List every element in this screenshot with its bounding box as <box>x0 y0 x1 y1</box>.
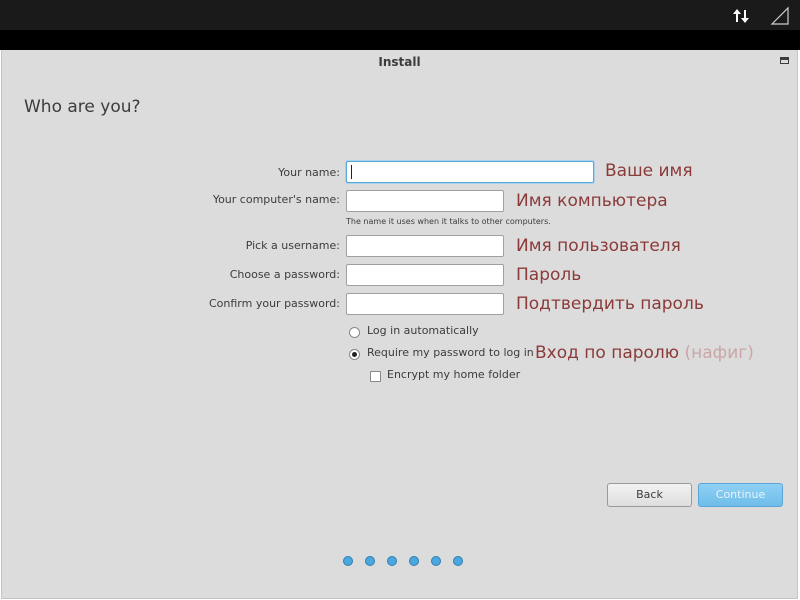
name-label: Your name: <box>278 166 340 179</box>
progress-dot <box>409 556 419 566</box>
progress-dot <box>453 556 463 566</box>
continue-button[interactable]: Continue <box>698 483 783 507</box>
password-label: Choose a password: <box>229 268 340 281</box>
username-input[interactable] <box>346 235 504 257</box>
confirm-password-input[interactable] <box>346 293 504 315</box>
encrypt-label[interactable]: Encrypt my home folder <box>387 368 520 381</box>
autologin-label[interactable]: Log in automatically <box>367 324 479 337</box>
window-title: Install <box>378 55 421 69</box>
annotation-login-muted: (нафиг) <box>684 343 754 363</box>
annotation-name: Ваше имя <box>605 161 693 181</box>
annotation-login-main: Вход по паролю <box>535 343 680 363</box>
name-input[interactable] <box>346 161 594 183</box>
maximize-icon[interactable] <box>780 57 789 64</box>
require-password-label[interactable]: Require my password to log in <box>367 346 534 359</box>
progress-dot <box>365 556 375 566</box>
annotation-computer: Имя компьютера <box>516 191 668 211</box>
password-input[interactable] <box>346 264 504 286</box>
username-label: Pick a username: <box>245 239 340 252</box>
annotation-username: Имя пользователя <box>516 236 681 256</box>
annotation-login: Вход по паролю (нафиг) <box>535 343 754 363</box>
progress-dot <box>431 556 441 566</box>
text-caret <box>351 165 352 179</box>
back-button[interactable]: Back <box>607 483 692 507</box>
installer-window: Install Who are you? Your name: Ваше имя… <box>1 50 798 599</box>
radio-selected-dot <box>352 352 357 357</box>
computer-name-label: Your computer's name: <box>212 193 340 206</box>
signal-icon[interactable] <box>770 6 790 26</box>
network-transfer-icon[interactable] <box>731 6 751 26</box>
autologin-radio[interactable] <box>349 327 360 338</box>
top-strip <box>0 30 800 50</box>
page-title: Who are you? <box>24 97 141 117</box>
computer-name-hint: The name it uses when it talks to other … <box>346 217 551 226</box>
progress-dot <box>387 556 397 566</box>
annotation-confirm: Подтвердить пароль <box>516 294 704 314</box>
progress-dot <box>343 556 353 566</box>
annotation-password: Пароль <box>516 265 582 285</box>
encrypt-checkbox[interactable] <box>370 371 381 382</box>
require-password-radio[interactable] <box>349 349 360 360</box>
system-top-bar <box>0 0 800 30</box>
computer-name-input[interactable] <box>346 190 504 212</box>
confirm-password-label: Confirm your password: <box>208 297 340 310</box>
